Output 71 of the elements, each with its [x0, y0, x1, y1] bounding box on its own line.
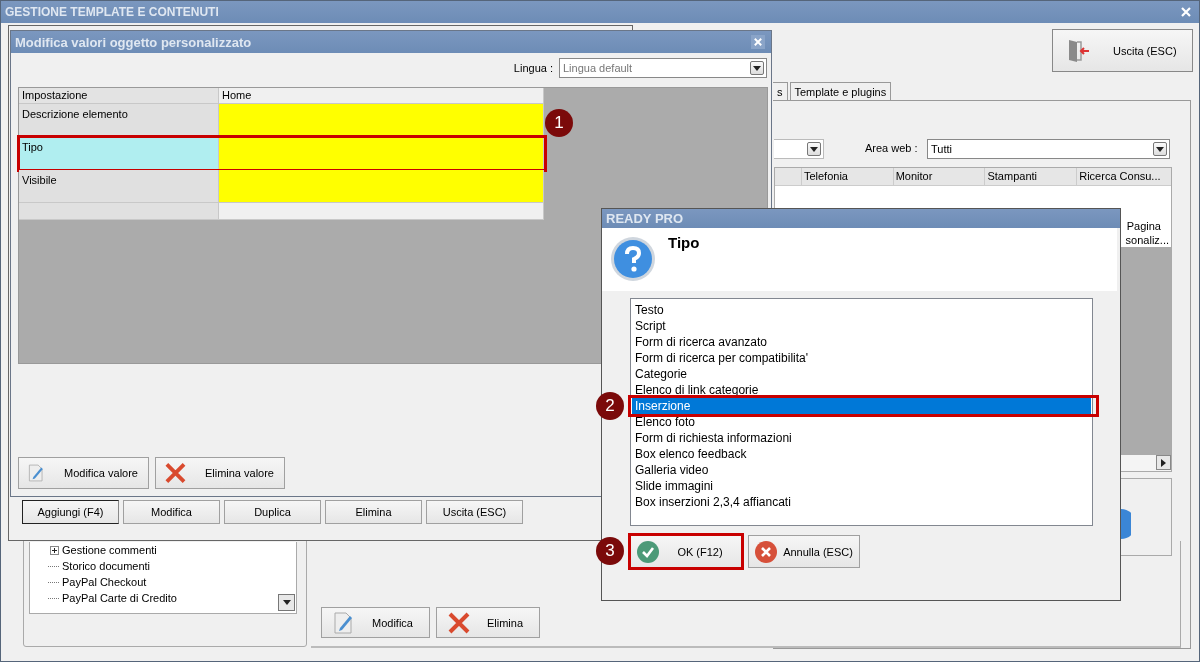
step-badge: 1: [545, 109, 573, 137]
action-button[interactable]: Aggiungi (F4): [22, 500, 119, 524]
action-button[interactable]: Uscita (ESC): [426, 500, 523, 524]
pencil-icon: [27, 461, 46, 485]
area-web-label: Area web :: [865, 142, 918, 154]
table-cell-text: Pagina sonaliz...: [1124, 219, 1170, 247]
dialog-button[interactable]: Annulla (ESC): [748, 535, 860, 568]
toolbar-button[interactable]: Modifica: [321, 607, 430, 638]
toolbar-button[interactable]: Elimina: [435, 607, 541, 638]
tree-item[interactable]: Storico documenti: [48, 558, 296, 574]
column-header: Monitor: [893, 168, 986, 185]
close-button[interactable]: [1179, 5, 1193, 19]
door-icon: [1067, 37, 1091, 64]
tree-item[interactable]: Gestione commenti: [48, 542, 296, 558]
scroll-down-icon[interactable]: [278, 594, 295, 611]
list-item[interactable]: Form di richiesta informazioni: [632, 430, 1091, 446]
cancel-icon: [755, 540, 777, 563]
table-cell[interactable]: Descrizione elemento: [19, 104, 219, 137]
list-item[interactable]: Testo: [632, 302, 1091, 318]
action-button[interactable]: Modifica valore: [18, 457, 149, 489]
window-title: GESTIONE TEMPLATE E CONTENUTI: [5, 5, 219, 19]
scroll-right-icon[interactable]: [1156, 455, 1171, 470]
tab[interactable]: Template e plugins: [789, 82, 892, 100]
exit-button[interactable]: Uscita (ESC): [1052, 29, 1193, 72]
list-item[interactable]: Box inserzioni 2,3,4 affiancati: [632, 494, 1091, 510]
list-item[interactable]: Inserzione: [632, 398, 1091, 414]
action-button[interactable]: Modifica: [123, 500, 220, 524]
language-dropdown[interactable]: Lingua default: [559, 58, 767, 78]
tab[interactable]: s: [773, 82, 788, 100]
dropdown[interactable]: [774, 139, 824, 159]
caret-icon: [810, 146, 818, 152]
column-header: Ricerca Consu...: [1078, 169, 1162, 184]
column-header: Stampanti: [985, 168, 1078, 185]
area-web-dropdown[interactable]: Tutti: [927, 139, 1170, 159]
list-item[interactable]: Elenco foto: [632, 414, 1091, 430]
table-cell[interactable]: Visibile: [19, 170, 219, 203]
step-badge: 3: [596, 537, 624, 565]
action-button[interactable]: Duplica: [224, 500, 321, 524]
value-cell[interactable]: [219, 170, 544, 203]
list-item[interactable]: Categorie: [632, 366, 1091, 382]
list-item[interactable]: Script: [632, 318, 1091, 334]
expand-icon[interactable]: [50, 545, 59, 555]
dropdown-button[interactable]: [750, 61, 764, 75]
action-button[interactable]: Elimina: [325, 500, 422, 524]
tree-item[interactable]: PayPal Carte di Credito: [48, 590, 296, 606]
question-text: Tipo: [668, 234, 700, 251]
value-cell[interactable]: [219, 104, 544, 137]
list-item[interactable]: Slide immagini: [632, 478, 1091, 494]
dialog-title: READY PRO: [606, 211, 684, 226]
list-item[interactable]: Box elenco feedback: [632, 446, 1091, 462]
step-badge: 2: [596, 392, 624, 420]
list-item[interactable]: Form di ricerca per compatibilita': [632, 350, 1091, 366]
caret-icon: [753, 65, 761, 71]
question-icon: [610, 236, 656, 282]
list-item[interactable]: Elenco di link categorie: [632, 382, 1091, 398]
caret-icon: [1156, 146, 1164, 152]
dropdown-button[interactable]: [807, 142, 821, 156]
column-header: Home: [219, 88, 544, 104]
language-label: Lingua :: [513, 62, 553, 74]
tree-item[interactable]: PayPal Checkout: [48, 574, 296, 590]
cross-icon: [164, 461, 187, 485]
column-header: Impostazione: [19, 88, 219, 104]
list-item[interactable]: Form di ricerca avanzato: [632, 334, 1091, 350]
cross-icon: [446, 610, 471, 635]
list-item[interactable]: Galleria video: [632, 462, 1091, 478]
column-header: Telefonia: [801, 168, 894, 185]
check-icon: [637, 540, 659, 563]
close-button[interactable]: [751, 35, 765, 49]
dialog-title: Modifica valori oggetto personalizzato: [15, 34, 252, 50]
action-button[interactable]: Elimina valore: [155, 457, 285, 489]
dropdown-button[interactable]: [1153, 142, 1167, 156]
